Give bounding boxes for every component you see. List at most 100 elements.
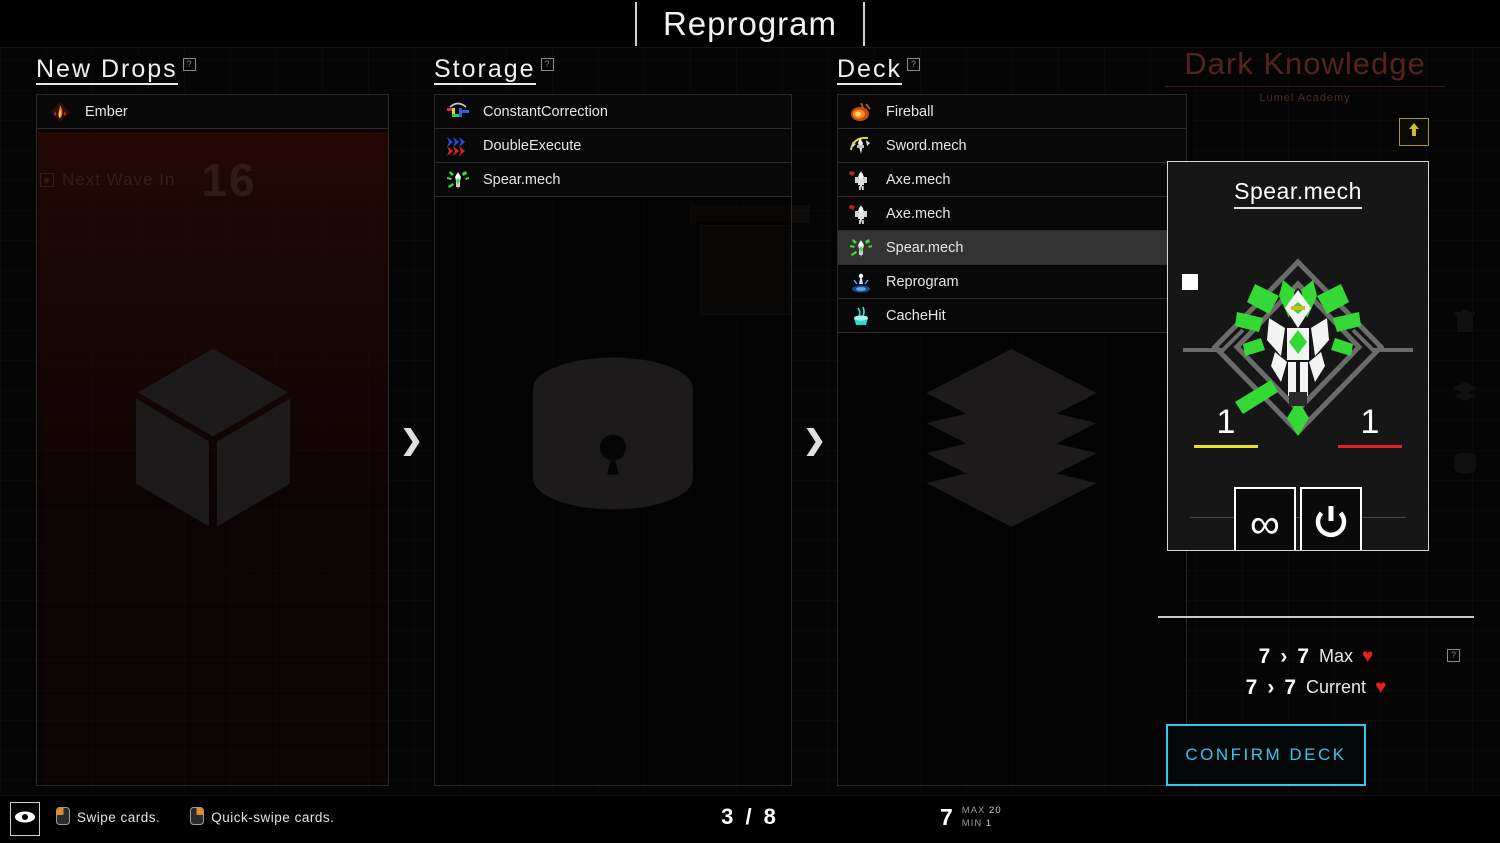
list-item-label: CacheHit xyxy=(886,307,946,324)
double-execute-icon xyxy=(445,133,471,159)
list-item-label: Ember xyxy=(85,103,128,120)
locked-database-icon xyxy=(527,353,699,528)
list-item[interactable]: ConstantCorrection xyxy=(435,95,791,129)
list-item-label: Axe.mech xyxy=(886,171,951,188)
card-layers-icon xyxy=(925,345,1100,535)
list-item[interactable]: Reprogram xyxy=(838,265,1186,299)
deck-min-value: 1 xyxy=(985,817,993,829)
column-new-drops: New Drops ? Ember xyxy=(36,56,389,786)
hint-label: Swipe cards. xyxy=(77,810,161,825)
column-storage: Storage ? ConstantCorrection DoubleExecu… xyxy=(434,56,792,786)
list-item[interactable]: Fireball xyxy=(838,95,1186,129)
list-item[interactable]: Axe.mech xyxy=(838,197,1186,231)
heart-icon: ♥ xyxy=(1362,645,1374,667)
list-item-label: Spear.mech xyxy=(483,171,561,188)
list-item[interactable]: Ember xyxy=(37,95,388,129)
list-item-label: Spear.mech xyxy=(886,239,964,256)
chevron-right-icon: ❯ xyxy=(803,424,826,455)
deck-limits: MAX 20 MIN 1 xyxy=(962,805,1002,831)
new-drops-header: New Drops ? xyxy=(36,56,389,94)
power-action-button[interactable] xyxy=(1300,487,1362,550)
hint-quick-swipe-cards: Quick-swipe cards. xyxy=(190,807,334,828)
confirm-deck-button[interactable]: CONFIRM DECK xyxy=(1166,724,1366,786)
reprogram-screen: ■ Next Wave In 16 Dark Knowledge Lumel A… xyxy=(0,0,1500,843)
card-health-value: 1 xyxy=(1360,403,1380,441)
health-section-divider xyxy=(1158,616,1474,618)
list-item-label: Axe.mech xyxy=(886,205,951,222)
health-stats-block: 7 › 7 Max ♥ ? 7 › 7 Current ♥ xyxy=(1150,641,1482,703)
upgrade-badge[interactable] xyxy=(1399,118,1429,146)
max-health-arrow: › xyxy=(1280,644,1289,668)
package-box-icon xyxy=(133,343,293,538)
max-health-label: Max xyxy=(1319,646,1354,666)
infinity-icon: ∞ xyxy=(1250,500,1280,547)
new-drops-list: Ember xyxy=(37,95,388,129)
health-help-icon[interactable]: ? xyxy=(1447,649,1460,662)
spear-mech-icon xyxy=(848,235,874,261)
list-item[interactable]: CacheHit xyxy=(838,299,1186,333)
deck-title: Deck xyxy=(837,56,902,86)
storage-help-icon[interactable]: ? xyxy=(540,58,554,71)
arrow-storage-to-deck[interactable]: ❯ xyxy=(792,94,837,786)
screen-header: Reprogram xyxy=(0,0,1500,48)
storage-header: Storage ? xyxy=(434,56,792,94)
mouse-right-click-icon xyxy=(190,807,205,828)
sword-mech-icon xyxy=(848,133,874,159)
page-title: Reprogram xyxy=(634,1,866,46)
list-item[interactable]: Axe.mech xyxy=(838,163,1186,197)
current-health-row: 7 › 7 Current ♥ xyxy=(1150,672,1482,703)
axe-mech-icon xyxy=(848,201,874,227)
list-item[interactable]: DoubleExecute xyxy=(435,129,791,163)
deck-help-icon[interactable]: ? xyxy=(906,58,920,71)
upgrade-arrow-icon xyxy=(1408,122,1420,143)
hint-swipe-cards: Swipe cards. xyxy=(56,807,160,828)
infinity-action-button[interactable]: ∞ xyxy=(1234,487,1296,550)
max-health-row: 7 › 7 Max ♥ ? xyxy=(1150,641,1482,672)
new-drops-panel: Ember xyxy=(36,94,389,786)
hint-label: Quick-swipe cards. xyxy=(211,810,335,825)
list-item[interactable]: Sword.mech xyxy=(838,129,1186,163)
chevron-right-icon: ❯ xyxy=(400,424,423,455)
storage-title: Storage xyxy=(434,56,536,86)
list-item[interactable]: Spear.mech xyxy=(838,231,1186,265)
max-health-to: 7 xyxy=(1297,644,1311,668)
card-preview[interactable]: Spear.mech 1 1 ∞ xyxy=(1167,161,1429,551)
deck-list: Fireball Sword.mech Axe.mech Axe.mech Sp… xyxy=(838,95,1186,333)
list-item[interactable]: Spear.mech xyxy=(435,163,791,197)
fireball-icon xyxy=(848,99,874,125)
card-attack-bar xyxy=(1194,445,1258,448)
card-stat-row: 1 1 xyxy=(1168,405,1428,448)
constant-correction-icon xyxy=(445,99,471,125)
card-health-stat: 1 xyxy=(1338,405,1402,448)
list-item-label: ConstantCorrection xyxy=(483,103,608,120)
deck-max-value: 20 xyxy=(989,804,1002,816)
mouse-left-click-icon xyxy=(56,807,70,828)
card-preview-title-row: Spear.mech xyxy=(1168,162,1428,209)
power-icon xyxy=(1311,502,1351,547)
preview-toggle-button[interactable] xyxy=(10,802,40,836)
card-detail-panel: Spear.mech 1 1 ∞ 7 › 7 Max ♥ ? 7 › 7 Cur… xyxy=(1150,56,1482,795)
card-attack-stat: 1 xyxy=(1194,405,1258,448)
arrow-new-drops-to-storage[interactable]: ❯ xyxy=(389,94,434,786)
cache-hit-icon xyxy=(848,303,874,329)
storage-panel: ConstantCorrection DoubleExecute Spear.m… xyxy=(434,94,792,786)
card-action-row: ∞ xyxy=(1168,487,1428,550)
deck-header: Deck ? xyxy=(837,56,1187,94)
card-health-bar xyxy=(1338,445,1402,448)
list-item-label: Sword.mech xyxy=(886,137,967,154)
eye-icon xyxy=(14,810,36,829)
current-health-label: Current xyxy=(1306,677,1367,697)
new-drops-help-icon[interactable]: ? xyxy=(182,58,196,71)
current-health-arrow: › xyxy=(1267,675,1276,699)
storage-list: ConstantCorrection DoubleExecute Spear.m… xyxy=(435,95,791,197)
heart-icon: ♥ xyxy=(1375,676,1387,698)
deck-panel: Fireball Sword.mech Axe.mech Axe.mech Sp… xyxy=(837,94,1187,786)
control-hints: Swipe cards. Quick-swipe cards. xyxy=(56,807,334,828)
current-health-from: 7 xyxy=(1245,675,1259,699)
deck-min-label: MIN xyxy=(961,817,983,829)
bottom-bar: Swipe cards. Quick-swipe cards. 3 / 8 7 … xyxy=(0,795,1500,843)
list-item-label: Reprogram xyxy=(886,273,959,290)
list-item-label: Fireball xyxy=(886,103,934,120)
current-health-to: 7 xyxy=(1284,675,1298,699)
deck-count-group: 7 MAX 20 MIN 1 xyxy=(940,804,1002,831)
